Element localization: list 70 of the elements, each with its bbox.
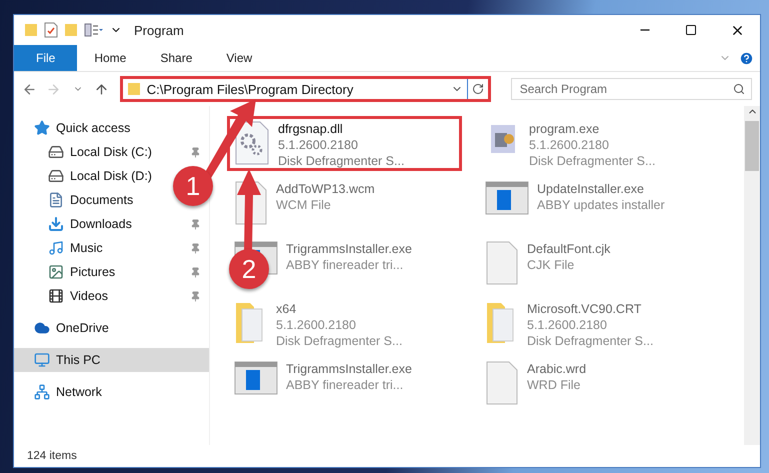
step-number: 2: [229, 249, 269, 289]
file-detail: ABBY finereader tri...: [286, 377, 404, 393]
search-field[interactable]: Search Program: [510, 78, 752, 100]
download-icon: [48, 216, 64, 232]
help-icon[interactable]: [739, 50, 754, 66]
maximize-icon: [685, 24, 697, 36]
drive-icon: [48, 168, 64, 184]
gear-file-icon: [234, 121, 270, 165]
sidebar-item[interactable]: Local Disk (C:): [14, 140, 209, 164]
file-icon: [485, 361, 519, 405]
arrow-right-icon: [46, 82, 62, 96]
file-icon: [485, 241, 519, 285]
search-icon: [732, 83, 745, 95]
view-icon[interactable]: [84, 23, 104, 37]
sidebar-item[interactable]: This PC: [14, 348, 209, 372]
music-icon: [48, 240, 64, 256]
properties-icon[interactable]: [44, 22, 58, 38]
file-name[interactable]: AddToWP13.wcm: [276, 181, 375, 197]
file-detail: 5.1.2600.2180: [278, 137, 359, 153]
file-name[interactable]: Microsoft.VC90.CRT: [527, 301, 654, 317]
file-detail: ABBY finereader tri...: [286, 257, 404, 273]
star-icon: [34, 120, 50, 136]
picture-icon: [48, 264, 64, 280]
file-detail: WRD File: [527, 377, 582, 393]
sidebar-item[interactable]: OneDrive: [14, 316, 115, 340]
file-name[interactable]: x64: [276, 301, 402, 317]
file-detail: 5.1.2600.2180: [276, 317, 357, 333]
file-name[interactable]: UpdateInstaller.exe: [537, 181, 665, 197]
film-icon: [48, 288, 64, 304]
window-icon: [234, 361, 278, 395]
sidebar-item[interactable]: Network: [14, 380, 108, 404]
refresh-icon: [472, 83, 484, 95]
window-title: Program: [134, 22, 184, 38]
sidebar-item[interactable]: Quick access: [14, 116, 136, 140]
scrollbar-thumb[interactable]: [745, 121, 759, 171]
file-detail: Disk Defragmenter S...: [529, 153, 656, 169]
address-bar[interactable]: C:\Program Files\Program Directory: [120, 76, 491, 102]
file-name[interactable]: Arabic.wrd: [527, 361, 586, 377]
file-name[interactable]: DefaultFont.cjk: [527, 241, 610, 257]
file-name[interactable]: TrigrammsInstaller.exe: [286, 361, 412, 377]
file-detail: 5.1.2600.2180: [529, 137, 610, 153]
file-detail: 5.1.2600.2180: [527, 317, 608, 333]
window-icon: [485, 181, 529, 215]
item-count: 124 items: [27, 450, 77, 462]
file-detail: Disk Defragmenter S...: [276, 333, 402, 349]
file-detail: Disk Defragmenter S...: [527, 333, 654, 349]
sidebar-item[interactable]: Music: [14, 236, 209, 260]
folder-icon: [126, 82, 141, 96]
sidebar-item[interactable]: Local Disk (D:): [14, 164, 158, 188]
file-name[interactable]: program.exe: [529, 121, 656, 137]
scrollbar-track[interactable]: [744, 106, 760, 445]
sidebar-item[interactable]: Documents: [14, 188, 140, 212]
file-name[interactable]: dfrgsnap.dll: [278, 121, 404, 137]
drive-icon: [48, 144, 64, 160]
folder-icon: [24, 23, 38, 37]
ribbon-tab[interactable]: File: [14, 45, 78, 71]
file-detail: Disk Defragmenter S...: [278, 153, 404, 169]
document-icon: [48, 192, 64, 208]
step-number: 1: [173, 166, 213, 206]
network-icon: [34, 384, 50, 400]
monitor-icon: [34, 352, 50, 368]
sidebar-item[interactable]: Pictures: [14, 260, 209, 284]
sidebar-item[interactable]: Videos: [14, 284, 209, 308]
sidebar-item[interactable]: Downloads: [14, 212, 209, 236]
file-detail: WCM File: [276, 197, 332, 213]
cloud-icon: [34, 320, 50, 336]
address-path[interactable]: C:\Program Files\Program Directory: [140, 82, 447, 96]
file-name[interactable]: TrigrammsInstaller.exe: [286, 241, 412, 257]
file-detail: CJK File: [527, 257, 576, 273]
file-detail: ABBY updates installer: [537, 197, 665, 213]
